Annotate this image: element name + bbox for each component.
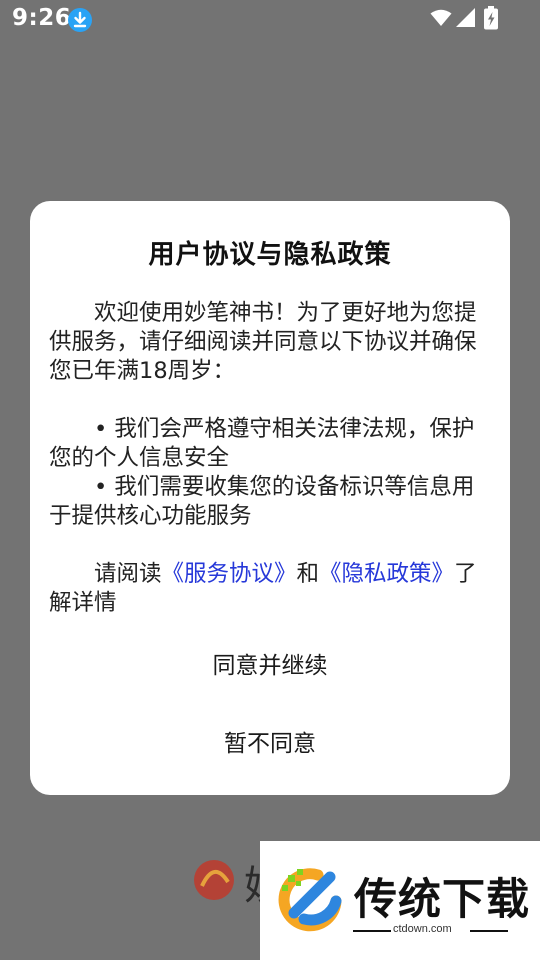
dialog-title: 用户协议与隐私政策	[148, 240, 392, 270]
privacy-policy-link[interactable]: 《隐私政策》	[319, 561, 454, 587]
read-prefix: 请阅读	[94, 561, 162, 587]
watermark-logo-icon	[278, 868, 342, 932]
read-details-text: 请阅读《服务协议》和《隐私政策》了解详情	[49, 560, 491, 618]
app-name-partial: 妙	[244, 853, 260, 911]
watermark: 传统下载 ctdown.com	[260, 841, 540, 960]
signal-icon	[456, 8, 475, 27]
dialog-body: 欢迎使用妙笔神书！为了更好地为您提供服务，请仔细阅读并同意以下协议并确保您已年满…	[49, 299, 491, 618]
bullet-item: • 我们需要收集您的设备标识等信息用于提供核心功能服务	[49, 474, 475, 529]
bullet-item: • 我们会严格遵守相关法律法规，保护您的个人信息安全	[49, 416, 475, 471]
wifi-icon	[430, 9, 452, 26]
and-text: 和	[296, 561, 320, 587]
service-agreement-link[interactable]: 《服务协议》	[162, 561, 297, 587]
download-notification-icon	[68, 8, 92, 32]
decline-button[interactable]: 暂不同意	[30, 716, 510, 772]
agree-button[interactable]: 同意并继续	[30, 638, 510, 694]
status-bar: 9:26	[0, 0, 540, 36]
intro-text: 欢迎使用妙笔神书！为了更好地为您提供服务，请仔细阅读并同意以下协议并确保您已年满…	[49, 300, 477, 384]
status-time: 9:26	[12, 5, 72, 31]
watermark-divider	[470, 930, 508, 932]
watermark-divider	[353, 930, 391, 932]
battery-charging-icon	[484, 6, 498, 30]
agreement-dialog: 用户协议与隐私政策 欢迎使用妙笔神书！为了更好地为您提供服务，请仔细阅读并同意以…	[30, 201, 510, 795]
watermark-name: 传统下载	[354, 875, 530, 925]
watermark-url: ctdown.com	[393, 923, 452, 935]
